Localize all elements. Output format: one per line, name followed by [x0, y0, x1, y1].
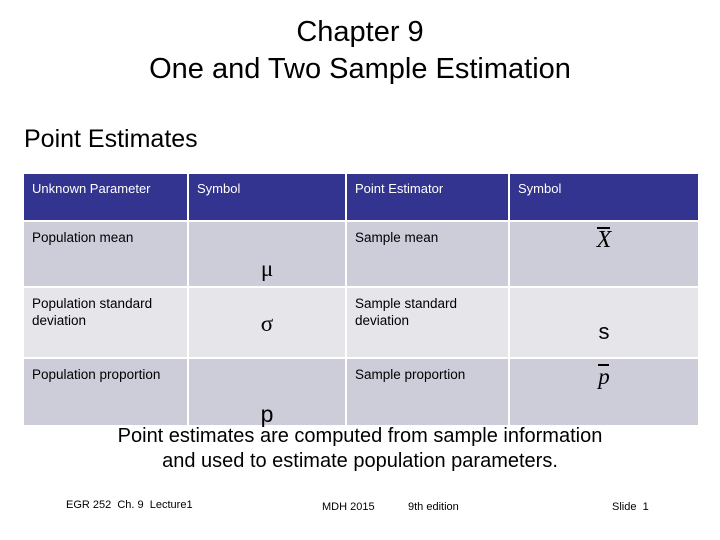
- cell-estimator-name: Sample mean: [347, 222, 508, 286]
- cell-parameter-symbol: p: [189, 359, 345, 427]
- caption-text: Point estimates are computed from sample…: [0, 424, 720, 474]
- mu-symbol: μ: [260, 256, 274, 281]
- caption-line-1: Point estimates are computed from sample…: [117, 425, 603, 447]
- column-header-symbol-estimator: Symbol: [510, 174, 698, 220]
- cell-estimator-symbol: s: [510, 288, 698, 357]
- x-bar-symbol: X: [596, 227, 612, 253]
- p-hat-symbol: p: [598, 364, 610, 389]
- slide-footer: EGR 252 Ch. 9 Lecture1 MDH 2015 9th edit…: [0, 498, 720, 518]
- title-line-2: One and Two Sample Estimation: [149, 53, 571, 85]
- column-header-unknown-parameter: Unknown Parameter: [24, 174, 187, 220]
- cell-parameter-symbol: σ: [189, 288, 345, 357]
- cell-estimator-symbol: X: [510, 222, 698, 286]
- table-header-row: Unknown Parameter Symbol Point Estimator…: [24, 174, 698, 220]
- cell-estimator-symbol: p: [510, 359, 698, 425]
- title-line-1: Chapter 9: [296, 16, 424, 48]
- table-row: Population proportion p Sample proportio…: [24, 359, 698, 427]
- cell-estimator-name: Sample standard deviation: [347, 288, 508, 357]
- column-header-symbol-parameter: Symbol: [189, 174, 345, 220]
- cell-parameter-name: Population standard deviation: [24, 288, 187, 357]
- cell-parameter-symbol: μ: [189, 222, 345, 286]
- footer-slide-number: Slide 1: [612, 501, 649, 513]
- cell-parameter-name: Population proportion: [24, 359, 187, 425]
- page-title: Chapter 9 One and Two Sample Estimation: [0, 14, 720, 88]
- footer-edition: 9th edition: [408, 501, 459, 513]
- section-heading: Point Estimates: [24, 125, 198, 153]
- point-estimates-table: Unknown Parameter Symbol Point Estimator…: [22, 172, 700, 427]
- footer-course: EGR 252 Ch. 9 Lecture1: [66, 499, 193, 511]
- column-header-point-estimator: Point Estimator: [347, 174, 508, 220]
- caption-line-2: and used to estimate population paramete…: [162, 450, 558, 472]
- p-symbol: p: [260, 401, 274, 427]
- table-row: Population standard deviation σ Sample s…: [24, 288, 698, 357]
- footer-author: MDH 2015: [322, 501, 375, 513]
- cell-estimator-name: Sample proportion: [347, 359, 508, 425]
- s-symbol: s: [598, 319, 610, 344]
- cell-parameter-name: Population mean: [24, 222, 187, 286]
- table-row: Population mean μ Sample mean X: [24, 222, 698, 286]
- sigma-symbol: σ: [260, 311, 274, 336]
